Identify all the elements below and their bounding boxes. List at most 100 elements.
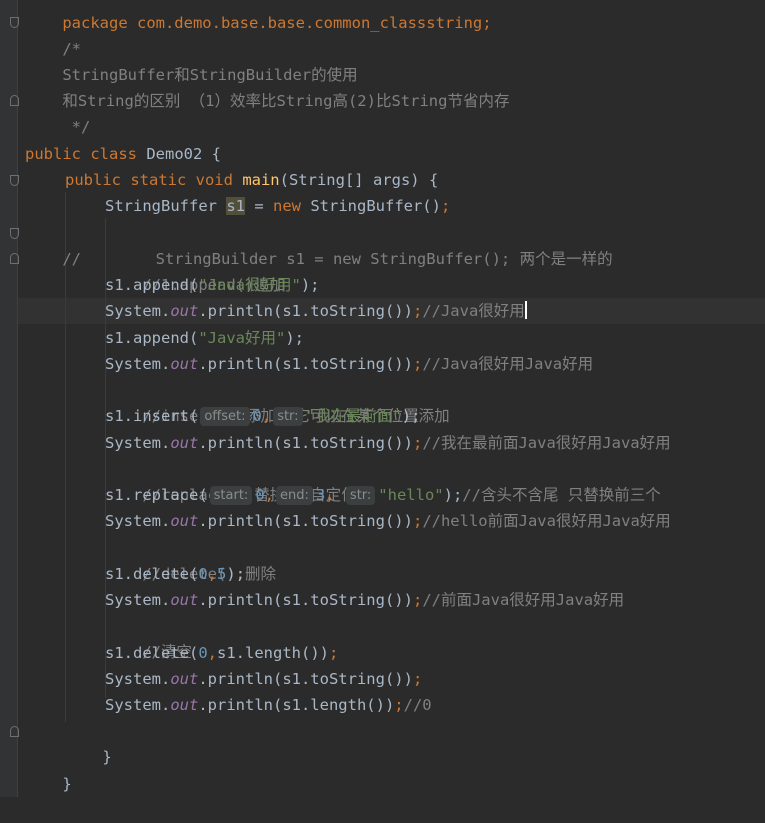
method-call: .println(s1.toString()) [198,355,413,373]
code-line[interactable]: System.out.println(s1.toString());//我在最前… [105,430,671,456]
number-literal: 5 [217,565,227,583]
keyword: public static void [65,171,243,189]
constructor-call: StringBuffer() [310,197,441,215]
semicolon: ; [412,512,423,530]
fold-collapse-icon[interactable] [10,228,19,239]
method-call: s1.append( [105,329,199,347]
paren-close: ); [285,329,304,347]
code-line[interactable]: //1.append()追加 [105,246,285,294]
code-line[interactable]: //delete();删除 [105,535,276,583]
keyword: public class [25,145,147,163]
comment-text: //Java很好用 [422,302,525,320]
class-ref: System. [105,696,171,714]
parameter-hint: offset: [200,407,250,426]
comment-text: 和String的区别 （1）效率比String高(2)比String节省内存 [62,92,510,110]
string-literal: "我在最前面" [305,407,402,425]
fold-expand-icon[interactable] [10,253,19,264]
parameter-hint: str: [273,407,303,426]
code-line[interactable]: s1.delete(0,s1.length()); [105,640,338,666]
code-line[interactable]: /* [25,10,81,58]
static-field: out [170,512,199,530]
number-literal: 0 [255,486,265,504]
code-line-package[interactable]: package com.demo.base.base.common_classs… [25,0,491,32]
class-ref: System. [105,670,171,688]
static-field: out [170,355,199,373]
string-literal: "hello" [378,486,444,504]
code-line[interactable]: System.out.println(s1.toString());//hell… [105,508,671,534]
method-call: .println(s1.toString()) [198,670,413,688]
code-line[interactable]: //insert();添加 它可以在某个位置添加 [105,377,449,425]
method-call: .println(s1.toString()) [198,512,413,530]
semicolon: ; [412,302,423,320]
code-line[interactable]: s1.append("Java很好用"); [105,272,320,298]
comment-text: //hello前面Java很好用Java好用 [422,512,671,530]
code-line[interactable]: System.out.println(s1.toString()); [105,666,422,692]
code-line-class-decl[interactable]: public class Demo02 { [25,141,221,167]
paren-close: ); [300,276,320,294]
comment-text: */ [62,118,91,136]
code-line[interactable]: s1.replace(start: 0, end: 3, str: "hello");/… [105,482,661,508]
variable-highlight[interactable]: s1 [226,197,245,215]
code-line[interactable]: } [25,745,71,793]
string-literal: "Java很好用" [198,276,301,294]
fold-collapse-icon[interactable] [10,175,19,186]
comment-text: //Java很好用Java好用 [422,355,594,373]
code-line[interactable]: System.out.println(s1.length());//0 [105,692,432,718]
brace-close: } [102,748,112,766]
comma: , [264,486,275,504]
method-call: .println(s1.toString()) [198,591,413,609]
code-line[interactable]: StringBuffer和StringBuilder的使用 [25,36,357,84]
comment-text: //前面Java很好用Java好用 [422,591,625,609]
code-line[interactable]: s1.insert(offset: 0, str: "我在最前面"); [105,403,420,429]
paren-close: ); [443,486,463,504]
operator: = [245,197,273,215]
semicolon: ; [412,434,423,452]
code-editor[interactable]: package com.demo.base.base.common_classs… [0,0,765,797]
type-name: StringBuffer [105,197,227,215]
code-line[interactable]: System.out.println(s1.toString());//前面Ja… [105,587,624,613]
code-line[interactable]: 和String的区别 （1）效率比String高(2)比String节省内存 [25,62,509,110]
paren-close: ); [226,565,246,583]
number-literal: 0 [198,565,208,583]
semicolon: ; [412,355,423,373]
code-line[interactable]: //清空 [105,613,192,661]
method-call: s1.delete( [105,565,199,583]
method-call: .println(s1.toString()) [198,434,413,452]
parameter-hint: str: [345,486,376,505]
code-line-main-decl[interactable]: public static void main(String[] args) { [65,167,438,193]
parameter-hint: start: [209,486,253,505]
class-ref: System. [105,591,171,609]
static-field: out [170,670,199,688]
gutter-divider [17,0,18,797]
package-statement: package com.demo.base.base.common_classs… [62,14,492,32]
code-line[interactable]: // StringBuilder s1 = new StringBuffer()… [25,220,612,268]
code-line[interactable]: //replace();替换 可自定位置 [105,456,372,504]
code-line[interactable]: s1.append("Java好用"); [105,325,304,351]
method-call: s1.delete( [105,644,199,662]
code-line[interactable]: System.out.println(s1.toString());//Java… [105,351,593,377]
string-literal: "Java好用" [198,329,286,347]
editor-gutter [0,0,18,797]
keyword: new [273,197,311,215]
semicolon: ; [329,644,339,662]
comma: , [261,407,272,425]
parameter-hint: end: [276,486,313,505]
code-line[interactable]: */ [25,88,91,136]
fold-expand-icon[interactable] [10,95,19,106]
code-line[interactable]: } [65,718,111,766]
class-ref: System. [105,355,171,373]
code-line[interactable]: s1.delete(0,5); [105,561,245,587]
method-params: (String[] args) { [279,171,439,189]
method-call: s1.insert( [105,407,199,425]
number-literal: 3 [315,486,326,504]
code-line[interactable]: StringBuffer s1 = new StringBuffer(); [105,193,450,219]
class-ref: System. [105,302,171,320]
fold-collapse-icon[interactable] [10,17,19,28]
fold-expand-icon[interactable] [10,726,19,737]
static-field: out [170,591,199,609]
text-caret [524,301,527,319]
comment-text: //含头不含尾 只替换前三个 [462,486,661,504]
comma: , [325,486,335,504]
semicolon: ; [394,696,404,714]
code-line-current[interactable]: System.out.println(s1.toString());//Java… [105,298,527,324]
